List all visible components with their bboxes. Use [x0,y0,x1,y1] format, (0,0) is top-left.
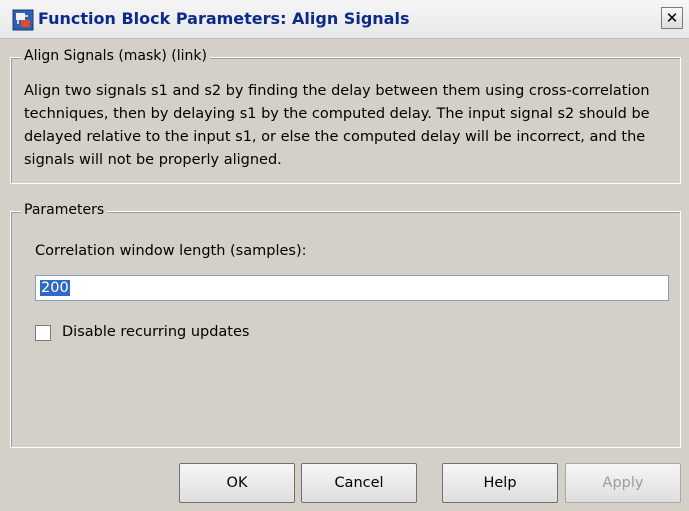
description-group-title: Align Signals (mask) (link) [21,48,210,64]
parameters-group-title: Parameters [21,202,108,218]
correlation-window-label: Correlation window length (samples): [35,243,307,259]
block-description: Align two signals s1 and s2 by finding t… [24,83,650,168]
close-button[interactable]: ✕ [661,7,683,29]
dialog-window: Function Block Parameters: Align Signals… [0,0,689,511]
cancel-button[interactable]: Cancel [301,463,417,503]
ok-button[interactable]: OK [179,463,295,503]
apply-button[interactable]: Apply [565,463,681,503]
simulink-block-icon [12,9,34,31]
title-bar[interactable]: Function Block Parameters: Align Signals… [0,0,689,39]
correlation-window-input[interactable]: 200 [35,275,669,301]
window-title: Function Block Parameters: Align Signals [38,9,410,28]
close-icon: ✕ [665,9,679,27]
help-button[interactable]: Help [442,463,558,503]
disable-updates-label: Disable recurring updates [62,324,250,340]
disable-updates-checkbox[interactable] [35,325,51,341]
input-value: 200 [40,280,70,296]
